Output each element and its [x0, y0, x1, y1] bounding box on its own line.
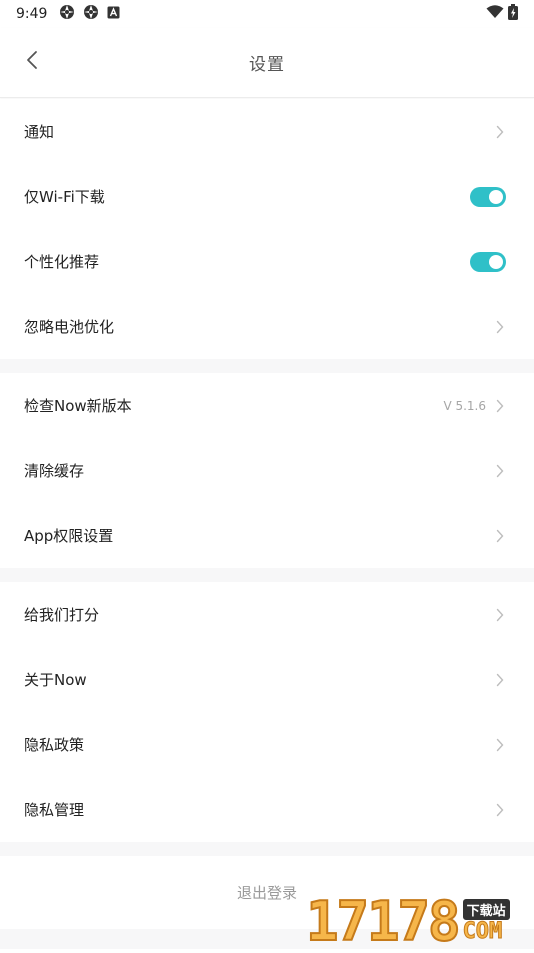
- settings-item-notifications[interactable]: 通知: [0, 99, 534, 164]
- settings-item-label: 忽略电池优化: [24, 318, 115, 336]
- page-title: 设置: [249, 55, 285, 75]
- settings-item-label: 关于Now: [24, 671, 87, 689]
- chevron-right-icon: [496, 673, 504, 687]
- settings-item-rate-us[interactable]: 给我们打分: [0, 582, 534, 647]
- settings-item-label: 仅Wi-Fi下载: [24, 188, 105, 206]
- settings-item-label: 隐私管理: [24, 801, 85, 819]
- watermark-suffix: COM: [462, 919, 503, 944]
- settings-item-label: 隐私政策: [24, 736, 85, 754]
- chevron-left-icon: [26, 50, 38, 74]
- app-header: 设置: [0, 28, 534, 98]
- row-right: V 5.1.6: [443, 399, 504, 413]
- a-box-icon: [107, 6, 120, 23]
- settings-group-general: 通知 仅Wi-Fi下载 个性化推荐 忽略电池优化: [0, 99, 534, 359]
- status-left: 9:49: [16, 4, 120, 24]
- settings-item-label: 清除缓存: [24, 462, 85, 480]
- row-right: [496, 803, 504, 817]
- toggle-knob: [489, 189, 503, 204]
- row-right: [496, 529, 504, 543]
- settings-item-label: App权限设置: [24, 527, 114, 545]
- row-right: [496, 464, 504, 478]
- settings-item-clear-cache[interactable]: 清除缓存: [0, 438, 534, 503]
- status-time: 9:49: [16, 6, 48, 22]
- version-value: V 5.1.6: [443, 398, 486, 413]
- chevron-right-icon: [496, 803, 504, 817]
- settings-group-about: 给我们打分 关于Now 隐私政策 隐私管理: [0, 582, 534, 842]
- watermark-side: 下载站 COM: [462, 899, 510, 944]
- settings-item-ignore-battery-optimization[interactable]: 忽略电池优化: [0, 294, 534, 359]
- row-right: [496, 738, 504, 752]
- settings-item-label: 通知: [24, 123, 55, 141]
- section-divider: [0, 842, 534, 856]
- toggle-knob: [489, 254, 503, 269]
- section-divider: [0, 568, 534, 582]
- chevron-right-icon: [496, 320, 504, 334]
- battery-icon: [508, 4, 518, 24]
- watermark-badge: 下载站: [462, 899, 510, 920]
- settings-item-app-permissions[interactable]: App权限设置: [0, 503, 534, 568]
- settings-item-privacy-policy[interactable]: 隐私政策: [0, 712, 534, 777]
- settings-item-label: 给我们打分: [24, 606, 100, 624]
- settings-item-check-update[interactable]: 检查Now新版本 V 5.1.6: [0, 373, 534, 438]
- row-right: [470, 186, 506, 207]
- row-right: [496, 608, 504, 622]
- back-button[interactable]: [14, 44, 50, 80]
- row-right: [470, 251, 506, 272]
- watermark-logo: 17178 下载站 COM: [305, 886, 534, 953]
- chevron-right-icon: [496, 608, 504, 622]
- status-bar: 9:49: [0, 0, 534, 28]
- settings-list: 通知 仅Wi-Fi下载 个性化推荐 忽略电池优化 检查Now新版本 V 5.1.…: [0, 99, 534, 949]
- logout-button[interactable]: 退出登录: [237, 882, 297, 903]
- chevron-right-icon: [496, 399, 504, 413]
- settings-item-about-now[interactable]: 关于Now: [0, 647, 534, 712]
- aperture-icon: [59, 4, 75, 24]
- settings-group-app: 检查Now新版本 V 5.1.6 清除缓存 App权限设置: [0, 373, 534, 568]
- row-right: [496, 320, 504, 334]
- settings-item-privacy-management[interactable]: 隐私管理: [0, 777, 534, 842]
- row-right: [496, 125, 504, 139]
- chevron-right-icon: [496, 529, 504, 543]
- personalized-recommendation-toggle[interactable]: [470, 251, 506, 272]
- section-divider: [0, 359, 534, 373]
- settings-item-label: 检查Now新版本: [24, 397, 132, 415]
- wifi-icon: [486, 5, 504, 23]
- aperture-icon: [83, 4, 99, 24]
- settings-item-wifi-only-download: 仅Wi-Fi下载: [0, 164, 534, 229]
- status-right: [486, 4, 518, 24]
- chevron-right-icon: [496, 125, 504, 139]
- settings-item-label: 个性化推荐: [24, 253, 100, 271]
- row-right: [496, 673, 504, 687]
- settings-item-personalized-recommendation: 个性化推荐: [0, 229, 534, 294]
- watermark-digits: 17178: [305, 890, 462, 953]
- wifi-only-toggle[interactable]: [470, 186, 506, 207]
- chevron-right-icon: [496, 738, 504, 752]
- chevron-right-icon: [496, 464, 504, 478]
